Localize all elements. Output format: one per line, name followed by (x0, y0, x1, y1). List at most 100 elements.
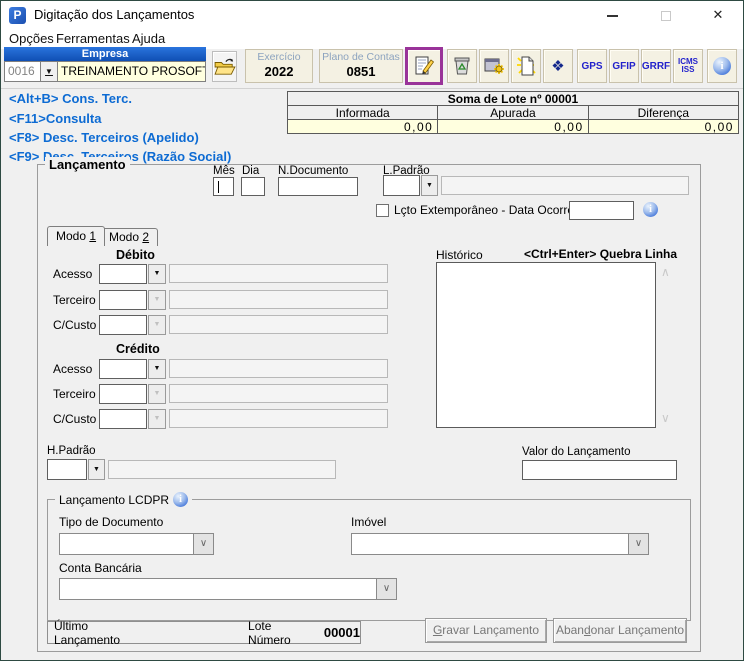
empresa-code-input[interactable]: 0016 (4, 61, 41, 82)
documento-input[interactable] (278, 177, 358, 196)
credito-acesso-input[interactable] (99, 359, 147, 379)
delete-button[interactable] (447, 49, 477, 83)
gfip-button[interactable]: GFIP (609, 49, 639, 83)
debito-ccusto-dropdown-button[interactable]: ▼ (148, 315, 166, 335)
link-desc-terceiros-apelido[interactable]: <F8> Desc. Terceiros (Apelido) (9, 130, 199, 145)
knot-tool-button[interactable]: ❖ (543, 49, 573, 83)
credito-acesso-label: Acesso (53, 362, 99, 376)
hpadrao-dropdown-button[interactable]: ▼ (88, 459, 105, 480)
debito-acesso-description-field (169, 264, 388, 283)
menu-ferramentas[interactable]: Ferramentas (56, 31, 130, 46)
chevron-down-icon: ∨ (193, 534, 213, 554)
empresa-dropdown-button[interactable]: ▼ (40, 61, 58, 82)
exercicio-panel: Exercício 2022 (245, 49, 313, 83)
edit-document-button[interactable] (405, 47, 443, 85)
knot-icon: ❖ (551, 57, 564, 75)
link-cons-terc[interactable]: <Alt+B> Cons. Terc. (9, 91, 132, 106)
exercicio-label: Exercício (246, 51, 312, 63)
debito-ccusto-row: C/Custo ▼ (53, 314, 388, 335)
scroll-up-icon[interactable]: ∧ (661, 266, 670, 278)
value-apurada: 0,00 (437, 119, 588, 134)
menu-ajuda[interactable]: Ajuda (132, 31, 165, 46)
dropdown-icon: ▼ (154, 365, 161, 372)
new-document-button[interactable] (511, 49, 541, 83)
gfip-label: GFIP (612, 61, 635, 72)
debito-terceiro-description-field (169, 290, 388, 309)
empresa-name-field[interactable]: TREINAMENTO PROSOFT (57, 61, 206, 82)
valor-input[interactable] (522, 460, 677, 480)
debito-acesso-input[interactable] (99, 264, 147, 284)
info-button[interactable]: i (707, 49, 737, 83)
credito-terceiro-input[interactable] (99, 384, 147, 404)
close-icon: ✕ (713, 7, 724, 22)
tipo-documento-select[interactable]: ∨ (59, 533, 214, 555)
lcdpr-info-icon[interactable]: i (173, 492, 188, 507)
window-gear-icon (483, 55, 505, 77)
scroll-down-icon[interactable]: ∨ (661, 412, 670, 424)
chevron-down-icon: ∨ (376, 579, 396, 599)
plano-contas-panel: Plano de Contas 0851 (319, 49, 403, 83)
historico-textarea[interactable] (436, 262, 656, 428)
text-caret (218, 181, 219, 193)
hpadrao-label: H.Padrão (47, 445, 96, 457)
icms-iss-button[interactable]: ICMSISS (673, 49, 703, 83)
lpadrao-description-field (441, 176, 689, 195)
tab-modo-2[interactable]: Modo 2 (100, 228, 158, 246)
gravar-lancamento-button[interactable]: Gravar Lançamento (425, 618, 547, 643)
lpadrao-input[interactable] (383, 175, 420, 196)
mes-input[interactable] (213, 177, 234, 196)
extemporaneo-checkbox[interactable] (376, 204, 389, 217)
hpadrao-input[interactable] (47, 459, 87, 480)
data-ocorrencia-input[interactable] (569, 201, 634, 220)
debito-terceiro-dropdown-button[interactable]: ▼ (148, 290, 166, 310)
gps-label: GPS (581, 61, 602, 72)
credito-ccusto-input[interactable] (99, 409, 147, 429)
title-bar: P Digitação dos Lançamentos ✕ (1, 1, 744, 29)
dropdown-icon: ▼ (45, 67, 53, 76)
credito-terceiro-label: Terceiro (53, 387, 99, 401)
new-document-icon (515, 55, 537, 77)
dia-input[interactable] (241, 177, 265, 196)
credito-terceiro-dropdown-button[interactable]: ▼ (148, 384, 166, 404)
lpadrao-dropdown-button[interactable]: ▼ (421, 175, 438, 196)
credito-acesso-dropdown-button[interactable]: ▼ (148, 359, 166, 379)
maximize-button[interactable] (651, 5, 681, 25)
menu-opcoes[interactable]: Opções (9, 31, 54, 46)
extemporaneo-info-icon[interactable]: i (643, 202, 658, 217)
credito-ccusto-dropdown-button[interactable]: ▼ (148, 409, 166, 429)
open-company-button[interactable] (212, 51, 237, 82)
abandonar-lancamento-button[interactable]: Abandonar Lançamento (553, 618, 687, 643)
dropdown-icon: ▼ (154, 321, 161, 328)
conta-bancaria-select[interactable]: ∨ (59, 578, 397, 600)
debito-ccusto-description-field (169, 315, 388, 334)
lote-summary-table: Soma de Lote nº 00001 Informada Apurada … (287, 91, 739, 134)
grrf-label: GRRF (642, 61, 670, 72)
grrf-button[interactable]: GRRF (641, 49, 671, 83)
imovel-select[interactable]: ∨ (351, 533, 649, 555)
debito-ccusto-input[interactable] (99, 315, 147, 335)
settings-window-button[interactable] (479, 49, 509, 83)
lote-numero-label: Lote Número (248, 619, 314, 647)
value-diferenca: 0,00 (588, 119, 739, 134)
minimize-icon (607, 15, 618, 17)
debito-acesso-dropdown-button[interactable]: ▼ (148, 264, 166, 284)
link-consulta[interactable]: <F11>Consulta (9, 111, 101, 126)
credito-terceiro-row: Terceiro ▼ (53, 383, 388, 404)
gps-button[interactable]: GPS (577, 49, 607, 83)
dropdown-icon: ▼ (93, 466, 100, 473)
tab-modo-1[interactable]: Modo 1 (47, 226, 105, 246)
dropdown-icon: ▼ (154, 296, 161, 303)
menu-bar: Opções Ferramentas Ajuda (1, 29, 744, 49)
app-logo-icon: P (9, 7, 26, 24)
info-icon: i (713, 57, 731, 75)
close-button[interactable]: ✕ (703, 5, 733, 25)
debito-terceiro-input[interactable] (99, 290, 147, 310)
toolbar-divider (1, 88, 744, 89)
trash-recycle-icon (452, 55, 472, 77)
historico-label: Histórico (436, 248, 483, 262)
minimize-button[interactable] (597, 5, 627, 25)
debito-terceiro-row: Terceiro ▼ (53, 289, 388, 310)
mes-label: Mês (213, 165, 235, 177)
col-diferenca: Diferença (588, 105, 739, 120)
empresa-header: Empresa (4, 47, 206, 61)
